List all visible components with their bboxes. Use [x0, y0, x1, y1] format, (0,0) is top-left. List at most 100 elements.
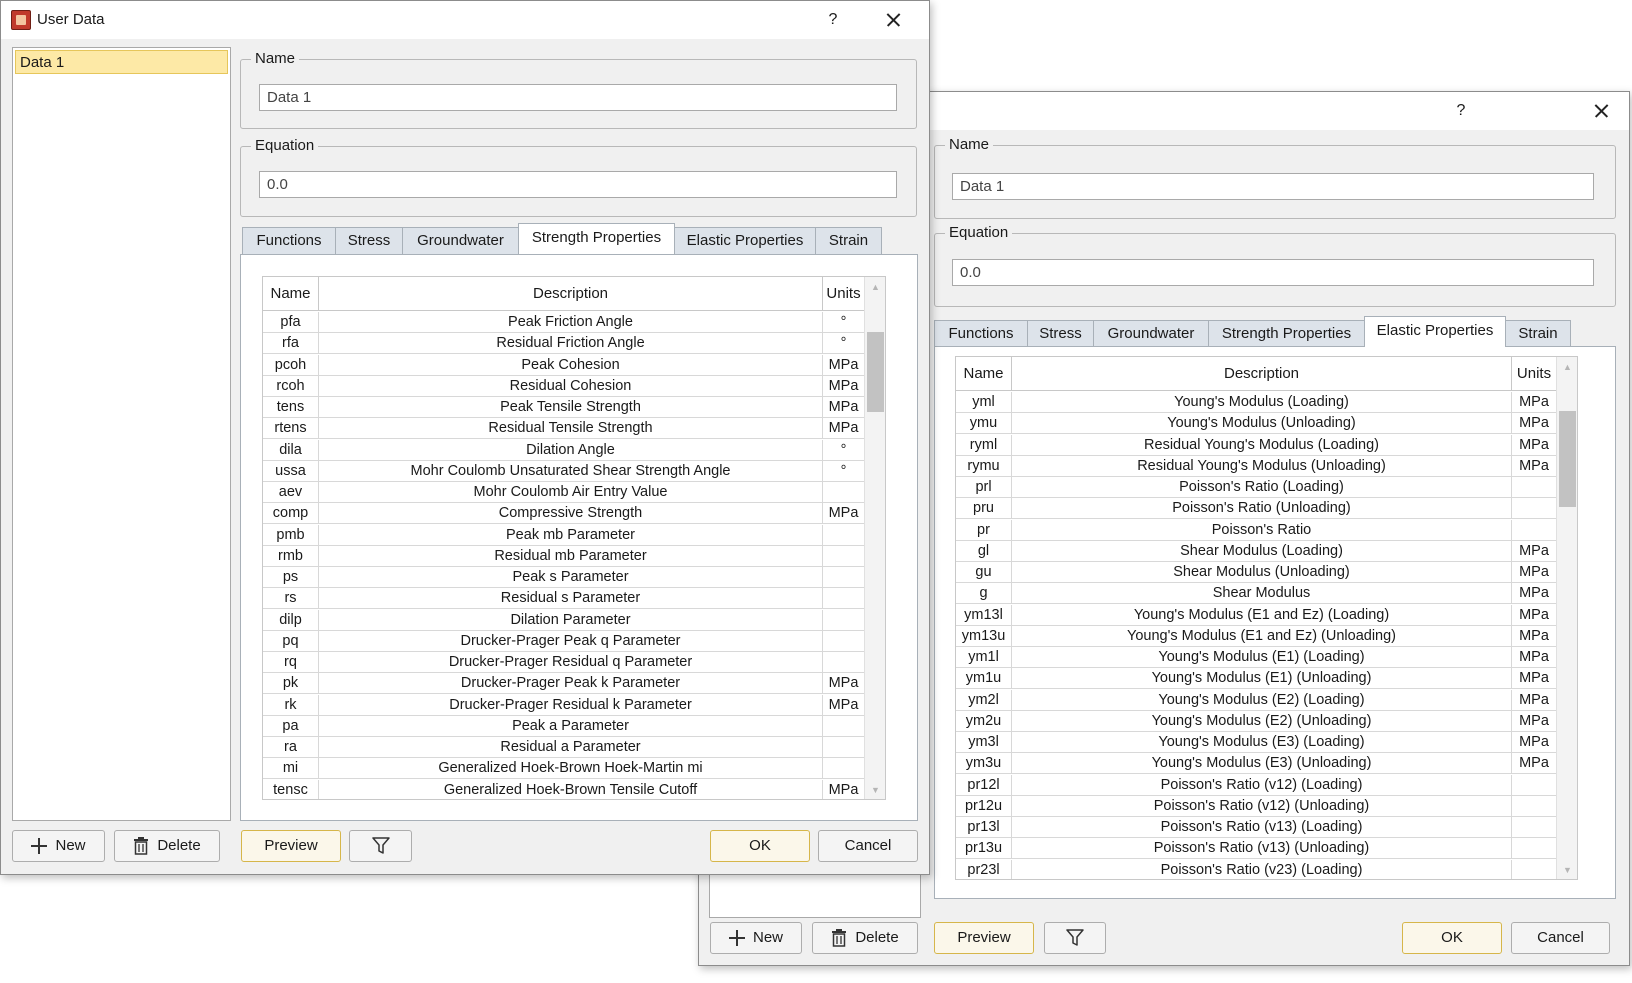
tab-groundwater[interactable]: Groundwater: [1093, 320, 1209, 347]
help-button[interactable]: ?: [1446, 99, 1476, 123]
table-row[interactable]: prl Poisson's Ratio (Loading): [956, 477, 1556, 498]
table-row[interactable]: rcoh Residual Cohesion MPa: [263, 375, 864, 397]
cell-description: Residual Young's Modulus (Loading): [1012, 434, 1512, 455]
tab-groundwater[interactable]: Groundwater: [402, 227, 519, 254]
table-row[interactable]: tensc Generalized Hoek-Brown Tensile Cuto…: [263, 779, 864, 799]
table-row[interactable]: pcoh Peak Cohesion MPa: [263, 354, 864, 376]
table-row[interactable]: pq Drucker-Prager Peak q Parameter: [263, 630, 864, 652]
tab-elastic-properties[interactable]: Elastic Properties: [1364, 316, 1506, 347]
close-icon[interactable]: [1586, 99, 1616, 123]
table-row[interactable]: pa Peak a Parameter: [263, 715, 864, 737]
table-row[interactable]: g Shear Modulus MPa: [956, 583, 1556, 605]
cell-units: MPa: [1519, 542, 1549, 559]
name-input[interactable]: Data 1: [259, 84, 897, 111]
preview-button[interactable]: Preview: [241, 830, 341, 862]
table-row[interactable]: yml Young's Modulus (Loading) MPa: [956, 392, 1556, 413]
cell-description: Poisson's Ratio (v12) (Unloading): [1012, 795, 1512, 816]
table-row[interactable]: tens Peak Tensile Strength MPa: [263, 397, 864, 418]
table-row[interactable]: ym13u Young's Modulus (E1 and Ez) (Unload…: [956, 625, 1556, 647]
table-row[interactable]: pr23l Poisson's Ratio (v23) (Loading): [956, 859, 1556, 879]
table-row[interactable]: gu Shear Modulus (Unloading) MPa: [956, 562, 1556, 583]
table-row[interactable]: ym2l Young's Modulus (E2) (Loading) MPa: [956, 689, 1556, 711]
header-name[interactable]: Name: [263, 277, 319, 311]
header-description[interactable]: Description: [319, 277, 823, 311]
table-row[interactable]: ps Peak s Parameter: [263, 567, 864, 588]
table-row[interactable]: aev Mohr Coulomb Air Entry Value: [263, 482, 864, 503]
scroll-thumb[interactable]: [1559, 411, 1576, 507]
table-row[interactable]: pr12l Poisson's Ratio (v12) (Loading): [956, 774, 1556, 796]
table-row[interactable]: dila Dilation Angle °: [263, 439, 864, 461]
table-row[interactable]: gl Shear Modulus (Loading) MPa: [956, 540, 1556, 562]
list-item-data-1[interactable]: Data 1: [15, 50, 228, 74]
tab-strain[interactable]: Strain: [815, 227, 882, 254]
header-description[interactable]: Description: [1012, 357, 1512, 391]
name-input[interactable]: Data 1: [952, 173, 1594, 200]
table-row[interactable]: pr12u Poisson's Ratio (v12) (Unloading): [956, 795, 1556, 817]
table-row[interactable]: pr13l Poisson's Ratio (v13) (Loading): [956, 817, 1556, 838]
ok-button[interactable]: OK: [1402, 922, 1502, 954]
scroll-down-icon[interactable]: ▼: [1557, 862, 1577, 878]
table-row[interactable]: pru Poisson's Ratio (Unloading): [956, 498, 1556, 520]
vertical-scrollbar[interactable]: ▲ ▼: [1556, 357, 1577, 879]
data-list-panel[interactable]: Data 1: [12, 47, 231, 821]
table-row[interactable]: ym13l Young's Modulus (E1 and Ez) (Loadin…: [956, 604, 1556, 626]
new-button[interactable]: New: [710, 922, 802, 954]
header-units[interactable]: Units: [823, 277, 864, 311]
table-row[interactable]: pr Poisson's Ratio: [956, 519, 1556, 541]
table-row[interactable]: ym1l Young's Modulus (E1) (Loading) MPa: [956, 647, 1556, 668]
delete-button[interactable]: Delete: [114, 830, 220, 862]
header-units[interactable]: Units: [1512, 357, 1556, 391]
cancel-button[interactable]: Cancel: [1511, 922, 1610, 954]
filter-button[interactable]: [349, 830, 412, 862]
tab-stress[interactable]: Stress: [335, 227, 403, 254]
vertical-scrollbar[interactable]: ▲ ▼: [864, 277, 885, 799]
table-row[interactable]: pr13u Poisson's Ratio (v13) (Unloading): [956, 838, 1556, 860]
tab-strain[interactable]: Strain: [1505, 320, 1571, 347]
ok-button[interactable]: OK: [710, 830, 810, 862]
header-name[interactable]: Name: [956, 357, 1012, 391]
filter-button[interactable]: [1044, 922, 1106, 954]
user-data-dialog-front: User Data ? Data 1 Name Data 1 Equation …: [0, 0, 930, 875]
scroll-up-icon[interactable]: ▲: [1557, 359, 1577, 375]
equation-input[interactable]: 0.0: [952, 259, 1594, 286]
new-button[interactable]: New: [12, 830, 105, 862]
table-row[interactable]: pk Drucker-Prager Peak k Parameter MPa: [263, 673, 864, 695]
table-row[interactable]: ym1u Young's Modulus (E1) (Unloading) MPa: [956, 668, 1556, 690]
table-row[interactable]: ym2u Young's Modulus (E2) (Unloading) MPa: [956, 710, 1556, 732]
table-row[interactable]: rk Drucker-Prager Residual k Parameter MPa: [263, 694, 864, 716]
scroll-thumb[interactable]: [867, 332, 884, 412]
delete-button[interactable]: Delete: [812, 922, 918, 954]
table-row[interactable]: rq Drucker-Prager Residual q Parameter: [263, 652, 864, 673]
cell-description: Peak a Parameter: [319, 715, 823, 736]
table-row[interactable]: pmb Peak mb Parameter: [263, 524, 864, 546]
table-row[interactable]: ym3u Young's Modulus (E3) (Unloading) MPa: [956, 753, 1556, 775]
table-row[interactable]: ra Residual a Parameter: [263, 737, 864, 758]
equation-input[interactable]: 0.0: [259, 171, 897, 198]
table-row[interactable]: ussa Mohr Coulomb Unsaturated Shear Stren…: [263, 460, 864, 482]
tab-functions[interactable]: Functions: [242, 227, 336, 254]
table-row[interactable]: pfa Peak Friction Angle °: [263, 312, 864, 333]
preview-button[interactable]: Preview: [934, 922, 1034, 954]
tab-stress[interactable]: Stress: [1027, 320, 1094, 347]
table-row[interactable]: ym3l Young's Modulus (E3) (Loading) MPa: [956, 732, 1556, 753]
tab-strength-properties[interactable]: Strength Properties: [1208, 320, 1365, 347]
table-row[interactable]: mi Generalized Hoek-Brown Hoek-Martin mi: [263, 758, 864, 780]
tab-strength-properties[interactable]: Strength Properties: [518, 223, 675, 254]
table-row[interactable]: ryml Residual Young's Modulus (Loading) MP…: [956, 434, 1556, 456]
tab-functions[interactable]: Functions: [934, 320, 1028, 347]
table-row[interactable]: rmb Residual mb Parameter: [263, 545, 864, 567]
table-row[interactable]: ymu Young's Modulus (Unloading) MPa: [956, 413, 1556, 435]
scroll-up-icon[interactable]: ▲: [865, 279, 885, 295]
table-row[interactable]: dilp Dilation Parameter: [263, 609, 864, 631]
help-button[interactable]: ?: [818, 8, 848, 32]
table-row[interactable]: rtens Residual Tensile Strength MPa: [263, 418, 864, 440]
table-row[interactable]: rymu Residual Young's Modulus (Unloading)…: [956, 455, 1556, 477]
table-row[interactable]: rfa Residual Friction Angle °: [263, 333, 864, 355]
scroll-down-icon[interactable]: ▼: [865, 782, 885, 798]
tab-elastic-properties[interactable]: Elastic Properties: [674, 227, 816, 254]
close-icon[interactable]: [878, 8, 908, 32]
cancel-button[interactable]: Cancel: [818, 830, 918, 862]
table-row[interactable]: comp Compressive Strength MPa: [263, 503, 864, 525]
table-row[interactable]: rs Residual s Parameter: [263, 588, 864, 610]
cell-units: [823, 546, 864, 566]
